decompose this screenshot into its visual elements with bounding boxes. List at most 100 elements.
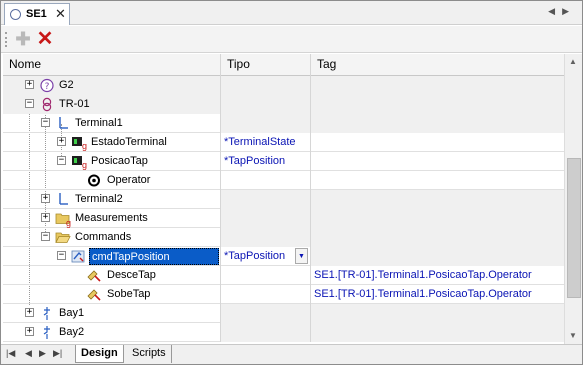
delete-button[interactable]: ✕ (35, 29, 55, 49)
command-down-icon (87, 270, 101, 282)
node-label: TR-01 (59, 98, 90, 110)
table-row[interactable]: − TR-01 (3, 95, 564, 114)
node-label: Commands (75, 231, 132, 243)
point-badge: g (82, 160, 88, 170)
tipo-cell[interactable]: *TapPosition (221, 152, 311, 171)
tipo-cell[interactable] (221, 228, 311, 247)
tag-cell[interactable] (311, 304, 564, 323)
terminal-icon (59, 193, 68, 205)
point-badge: g (66, 218, 72, 228)
dropdown-arrow-icon[interactable]: ▼ (295, 248, 308, 264)
collapse-button[interactable]: − (41, 232, 50, 241)
tag-cell[interactable] (311, 190, 564, 209)
tipo-cell[interactable] (221, 190, 311, 209)
table-row[interactable]: + g Measurements (3, 209, 564, 228)
tipo-select-value[interactable]: *TapPosition (224, 250, 285, 262)
column-header-tipo[interactable]: Tipo (221, 54, 311, 76)
scroll-up-icon[interactable]: ▲ (569, 57, 577, 66)
table-row[interactable]: − Terminal1 (3, 114, 564, 133)
grid-header: Nome Tipo Tag (3, 54, 564, 76)
node-label: Bay2 (59, 326, 85, 338)
prev-tab-icon[interactable]: ◀ (25, 348, 32, 359)
tab-design[interactable]: Design (75, 345, 124, 363)
collapse-button[interactable]: − (41, 118, 50, 127)
tipo-cell[interactable] (221, 76, 311, 95)
collapse-button[interactable]: − (57, 251, 66, 260)
node-label: Bay1 (59, 307, 85, 319)
tag-cell[interactable] (311, 323, 564, 342)
svg-text:?: ? (45, 82, 50, 92)
table-row[interactable]: Operator (3, 171, 564, 190)
scrollbar-thumb[interactable] (567, 158, 581, 298)
close-tab-button[interactable]: ✕ (55, 6, 66, 22)
column-header-nome[interactable]: Nome (3, 54, 221, 76)
table-row-selected[interactable]: − cmdTapPosition *TapPosition ▼ (3, 247, 564, 266)
column-header-tag[interactable]: Tag (311, 54, 564, 76)
expand-button[interactable]: + (25, 80, 34, 89)
tab-next-icon[interactable]: ▶ (562, 6, 576, 16)
node-label: SobeTap (107, 288, 151, 300)
tipo-cell[interactable] (221, 114, 311, 133)
next-tab-icon[interactable]: ▶ (39, 348, 46, 359)
node-label: G2 (59, 79, 74, 91)
tag-cell[interactable] (311, 171, 564, 190)
scroll-down-icon[interactable]: ▼ (569, 331, 577, 340)
table-row[interactable]: + Terminal2 (3, 190, 564, 209)
tipo-cell[interactable] (221, 95, 311, 114)
vertical-scrollbar[interactable]: ▲ ▼ (564, 54, 582, 344)
expand-button[interactable]: + (41, 213, 50, 222)
expand-button[interactable]: + (57, 137, 66, 146)
tipo-cell[interactable] (221, 266, 311, 285)
table-row[interactable]: − g PosicaoTap *TapPosition (3, 152, 564, 171)
tag-cell[interactable] (311, 76, 564, 95)
tag-cell[interactable] (311, 95, 564, 114)
table-row[interactable]: + g EstadoTerminal *TerminalState (3, 133, 564, 152)
node-label: Terminal1 (75, 117, 123, 129)
toolbar-grip[interactable] (5, 32, 7, 47)
node-label: Operator (107, 174, 151, 186)
bay-icon (43, 326, 50, 339)
tipo-cell[interactable] (221, 209, 311, 228)
tag-cell[interactable]: SE1.[TR-01].Terminal1.PosicaoTap.Operato… (311, 285, 564, 304)
tag-cell[interactable] (311, 152, 564, 171)
tab-prev-icon[interactable]: ◀ (548, 6, 562, 16)
node-label: PosicaoTap (91, 155, 148, 167)
tag-cell[interactable] (311, 247, 564, 266)
tab-se1[interactable]: SE1 ✕ (4, 3, 70, 25)
expand-button[interactable]: + (41, 194, 50, 203)
tag-cell[interactable] (311, 209, 564, 228)
tipo-cell[interactable] (221, 171, 311, 190)
table-row[interactable]: DesceTap SE1.[TR-01].Terminal1.PosicaoTa… (3, 266, 564, 285)
tab-scripts[interactable]: Scripts (127, 345, 172, 363)
first-tab-icon[interactable]: |◀ (6, 348, 15, 359)
expand-button[interactable]: + (25, 308, 34, 317)
table-row[interactable]: + Bay2 (3, 323, 564, 342)
circle-icon (10, 9, 21, 20)
table-row[interactable]: + Bay1 (3, 304, 564, 323)
table-row[interactable]: − Commands (3, 228, 564, 247)
node-label-editing[interactable]: cmdTapPosition (89, 248, 219, 265)
tag-cell[interactable] (311, 228, 564, 247)
tag-cell[interactable]: SE1.[TR-01].Terminal1.PosicaoTap.Operato… (311, 266, 564, 285)
operator-icon (88, 174, 100, 187)
document-tab-strip: SE1 ✕ ◀▶ (1, 1, 582, 25)
expand-button[interactable]: + (25, 327, 34, 336)
last-tab-icon[interactable]: ▶| (53, 348, 62, 359)
table-row[interactable]: + ? G2 (3, 76, 564, 95)
collapse-button[interactable]: − (25, 99, 34, 108)
tab-scroll-arrows: ◀▶ (548, 6, 576, 17)
tag-cell[interactable] (311, 133, 564, 152)
tipo-cell[interactable] (221, 285, 311, 304)
tipo-cell[interactable] (221, 304, 311, 323)
collapse-button[interactable]: − (57, 156, 66, 165)
terminal-icon (59, 117, 68, 129)
node-label: DesceTap (107, 269, 156, 281)
tipo-cell[interactable] (221, 323, 311, 342)
tag-cell[interactable] (311, 114, 564, 133)
add-button[interactable]: ✚ (13, 29, 33, 49)
property-tree-grid: Nome Tipo Tag + ? G2 − TR-01 − Terminal1… (3, 54, 564, 344)
table-row[interactable]: SobeTap SE1.[TR-01].Terminal1.PosicaoTap… (3, 285, 564, 304)
generator-icon: ? (40, 78, 54, 93)
tipo-cell[interactable]: *TerminalState (221, 133, 311, 152)
point-badge: g (82, 141, 88, 151)
